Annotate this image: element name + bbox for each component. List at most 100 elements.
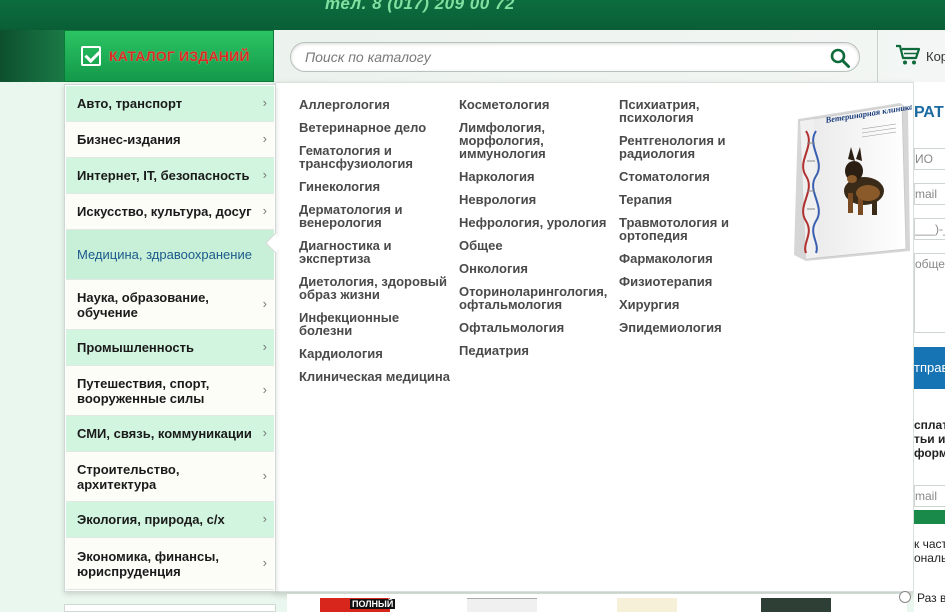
frequency-text-1: к част — [914, 537, 945, 551]
thumbnail-strip: ПОЛНЫЙ — [287, 594, 907, 612]
submenu-link[interactable]: Педиатрия — [459, 344, 614, 357]
submenu-link[interactable]: Стоматология — [619, 170, 774, 183]
submenu-link[interactable]: Онкология — [459, 262, 614, 275]
submenu-link[interactable]: Наркология — [459, 170, 614, 183]
magazine-thumb-4[interactable] — [761, 598, 831, 612]
magazine-thumb-2[interactable] — [467, 598, 537, 612]
sidebar-item[interactable]: Строительство, архитектура › — [66, 452, 274, 502]
submenu-column-2: Косметология Лимфология, морфология, имму… — [459, 98, 614, 367]
chevron-right-icon: › — [262, 295, 267, 311]
sidebar-item-label: Строительство, архитектура — [77, 461, 180, 492]
phone-number: тел. 8 (017) 209 00 72 — [325, 0, 515, 13]
submenu-link[interactable]: Терапия — [619, 193, 774, 206]
sidebar-item[interactable]: Медицина, здравоохранение — [66, 230, 274, 280]
sidebar-item-label: Бизнес-издания — [77, 132, 181, 147]
name-field[interactable]: ИО — [914, 148, 945, 170]
submenu-link[interactable]: Физиотерапия — [619, 275, 774, 288]
submenu-link[interactable]: Нефрология, урология — [459, 216, 614, 229]
submenu-link[interactable]: Дерматология и венерология — [299, 203, 454, 229]
sidebar-item[interactable]: Наука, образование, обучение › — [66, 280, 274, 330]
sidebar-item[interactable]: Экология, природа, с/х › — [66, 502, 274, 538]
sidebar-item[interactable]: Искусство, культура, досуг › — [66, 194, 274, 230]
search-bar — [290, 42, 860, 72]
submenu-link[interactable]: Лимфология, морфология, иммунология — [459, 121, 614, 160]
sidebar-item-label: Авто, транспорт — [77, 96, 183, 111]
submenu-link[interactable]: Инфекционные болезни — [299, 311, 454, 337]
chevron-right-icon: › — [262, 94, 267, 110]
submenu-column-1: Аллергология Ветеринарное дело Гематология… — [299, 98, 454, 393]
submenu-link[interactable]: Аллергология — [299, 98, 454, 111]
book-cover-image[interactable]: Ветеринарная клиника — [792, 101, 912, 263]
chevron-right-icon: › — [262, 554, 267, 570]
sidebar-item[interactable]: Авто, транспорт › — [66, 86, 274, 122]
magazine-thumb-1[interactable]: ПОЛНЫЙ — [320, 598, 396, 612]
sidebar-bottom-box — [64, 604, 276, 612]
email-field[interactable]: mail — [914, 183, 945, 205]
submenu-link[interactable]: Клиническая медицина — [299, 370, 454, 383]
send-button[interactable]: тправ — [914, 347, 945, 389]
submenu-link[interactable]: Гинекология — [299, 180, 454, 193]
catalog-button-label: КАТАЛОГ ИЗДАНИЙ — [109, 48, 250, 64]
submenu-link[interactable]: Косметология — [459, 98, 614, 111]
feedback-form-partial: РАТ ИО mail ___)-__ общен тправ сплат ть… — [914, 82, 945, 612]
sidebar-item[interactable]: Путешествия, спорт, вооруженные силы › — [66, 366, 274, 416]
chevron-right-icon: › — [262, 202, 267, 218]
submenu-link[interactable]: Гематология и трансфузиология — [299, 144, 454, 170]
subscribe-text-3: форм — [914, 446, 945, 460]
subscribe-text-1: сплат — [914, 418, 945, 432]
search-input[interactable] — [305, 43, 805, 71]
submenu-panel: Аллергология Ветеринарное дело Гематология… — [275, 82, 914, 592]
cart-divider — [877, 30, 878, 82]
form-heading: РАТ — [914, 104, 944, 121]
sidebar-item[interactable]: Интернет, IT, безопасность › — [66, 158, 274, 194]
message-field[interactable]: общен — [914, 253, 945, 333]
sidebar-item-label: Путешествия, спорт, вооруженные силы — [77, 375, 210, 406]
top-banner: тел. 8 (017) 209 00 72 — [0, 0, 945, 30]
cart-label[interactable]: Кор — [926, 49, 945, 64]
sidebar-item-label: Экономика, финансы, юриспруденция — [77, 548, 219, 579]
sidebar-item-label: Промышленность — [77, 340, 194, 355]
sidebar-item[interactable]: Промышленность › — [66, 330, 274, 366]
phone-field[interactable]: ___)-__ — [914, 218, 945, 240]
submenu-link[interactable]: Психиатрия, психология — [619, 98, 774, 124]
green-bar — [914, 510, 945, 524]
submenu-column-3: Психиатрия, психология Рентгенология и ра… — [619, 98, 774, 344]
sidebar-item-label: Наука, образование, обучение — [77, 289, 209, 320]
submenu-link[interactable]: Оториноларингология, офтальмология — [459, 285, 614, 311]
frequency-text-2: ональ — [914, 551, 945, 565]
category-sidebar: Авто, транспорт › Бизнес-издания › Интернет,… — [64, 84, 276, 592]
submenu-link[interactable]: Травмотология и ортопедия — [619, 216, 774, 242]
submenu-link[interactable]: Офтальмология — [459, 321, 614, 334]
search-icon[interactable] — [829, 47, 851, 69]
submenu-link[interactable]: Диетология, здоровый образ жизни — [299, 275, 454, 301]
chevron-right-icon: › — [262, 510, 267, 526]
submenu-link[interactable]: Ветеринарное дело — [299, 121, 454, 134]
frequency-radio[interactable] — [899, 591, 911, 603]
subscribe-email-field[interactable]: mail — [914, 485, 945, 507]
sidebar-item[interactable]: Бизнес-издания › — [66, 122, 274, 158]
frequency-radio-label: Раз в — [917, 591, 945, 605]
sidebar-item-label: Интернет, IT, безопасность — [77, 168, 250, 183]
submenu-link[interactable]: Неврология — [459, 193, 614, 206]
submenu-link[interactable]: Общее — [459, 239, 614, 252]
chevron-right-icon: › — [262, 381, 267, 397]
sidebar-item-label: Искусство, культура, досуг — [77, 204, 252, 219]
magazine-thumb-1-label: ПОЛНЫЙ — [350, 599, 396, 609]
sidebar-item[interactable]: Экономика, финансы, юриспруденция › — [66, 538, 274, 590]
sidebar-item[interactable]: СМИ, связь, коммуникации › — [66, 416, 274, 452]
submenu-link[interactable]: Хирургия — [619, 298, 774, 311]
cart-icon[interactable] — [895, 44, 921, 66]
chevron-right-icon: › — [262, 338, 267, 354]
submenu-link[interactable]: Кардиология — [299, 347, 454, 360]
catalog-button[interactable]: КАТАЛОГ ИЗДАНИЙ — [64, 30, 274, 82]
magazine-thumb-3[interactable] — [617, 598, 677, 612]
submenu-link[interactable]: Фармакология — [619, 252, 774, 265]
chevron-right-icon: › — [262, 424, 267, 440]
submenu-link[interactable]: Эпидемиология — [619, 321, 774, 334]
subscribe-text-2: тьи и — [914, 432, 945, 446]
submenu-link[interactable]: Диагностика и экспертиза — [299, 239, 454, 265]
chevron-right-icon: › — [262, 166, 267, 182]
sidebar-item-label: Экология, природа, с/х — [77, 512, 225, 527]
sidebar-item-label: СМИ, связь, коммуникации — [77, 426, 252, 441]
submenu-link[interactable]: Рентгенология и радиология — [619, 134, 774, 160]
